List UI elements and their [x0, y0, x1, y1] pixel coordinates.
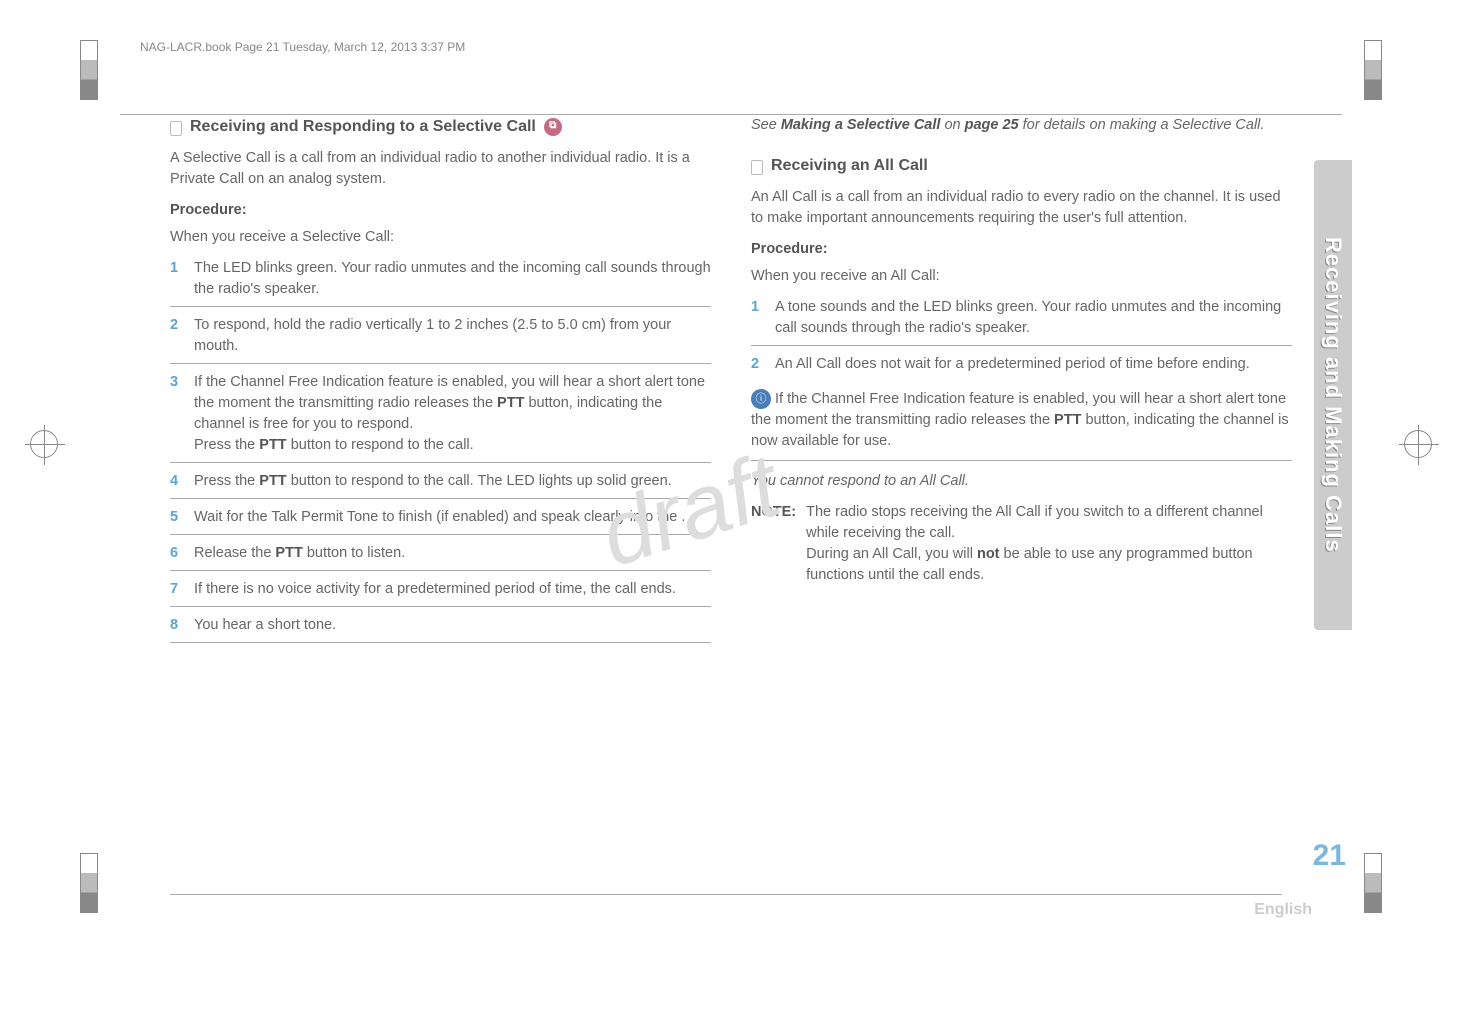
step-text: Press the PTT button to respond to the c… — [194, 471, 711, 492]
ref-text: for details on making a Selective Call. — [1019, 117, 1265, 133]
step: 8 You hear a short tone. — [170, 615, 711, 643]
colorbar-icon — [80, 853, 98, 913]
step: 7 If there is no voice activity for a pr… — [170, 579, 711, 607]
note-text: The radio stops receiving the All Call i… — [806, 502, 1292, 586]
left-column: Receiving and Responding to a Selective … — [170, 115, 711, 651]
colorbar-icon — [80, 40, 98, 100]
note: NOTE: The radio stops receiving the All … — [751, 502, 1292, 586]
ref-text: See — [751, 117, 781, 133]
step-text: You hear a short tone. — [194, 615, 711, 636]
step-number: 8 — [170, 615, 184, 636]
step-number: 3 — [170, 372, 184, 456]
ref-page: page 25 — [965, 117, 1019, 133]
step-number: 2 — [170, 315, 184, 357]
footer-rule — [170, 894, 1282, 895]
colorbar-icon — [1364, 40, 1382, 100]
procedure-label: Procedure: — [751, 239, 1292, 260]
step-text: An All Call does not wait for a predeter… — [775, 354, 1292, 375]
procedure-label: Procedure: — [170, 200, 711, 221]
step-text: Release the PTT button to listen. — [194, 543, 711, 564]
procedure-intro: When you receive a Selective Call: — [170, 227, 711, 248]
document-icon — [170, 121, 182, 136]
step-text: A tone sounds and the LED blinks green. … — [775, 297, 1292, 339]
see-reference: See Making a Selective Call on page 25 f… — [751, 115, 1292, 136]
side-tab: Receiving and Making Calls — [1314, 160, 1352, 630]
step-number: 4 — [170, 471, 184, 492]
info-icon: ⓘ — [751, 389, 771, 409]
step: 2 To respond, hold the radio vertically … — [170, 315, 711, 364]
registration-mark-left — [30, 430, 58, 458]
step: 1 The LED blinks green. Your radio unmut… — [170, 258, 711, 307]
cannot-respond: You cannot respond to an All Call. — [751, 471, 1292, 492]
step-text: Wait for the Talk Permit Tone to finish … — [194, 507, 711, 528]
step: 6 Release the PTT button to listen. — [170, 543, 711, 571]
section-title-selective-call: Receiving and Responding to a Selective … — [170, 115, 711, 138]
right-column: See Making a Selective Call on page 25 f… — [751, 115, 1292, 651]
step-number: 7 — [170, 579, 184, 600]
ref-link: Making a Selective Call — [781, 117, 941, 133]
step-text: If there is no voice activity for a pred… — [194, 579, 711, 600]
step: 2 An All Call does not wait for a predet… — [751, 354, 1292, 381]
registration-mark-right — [1404, 430, 1432, 458]
language-label: English — [1254, 901, 1312, 919]
info-para: ⓘ If the Channel Free Indication feature… — [751, 389, 1292, 461]
section-title-all-call: Receiving an All Call — [751, 154, 1292, 177]
step-number: 2 — [751, 354, 765, 375]
step-number: 5 — [170, 507, 184, 528]
badge-icon: ⧉ — [544, 118, 562, 136]
step: 5 Wait for the Talk Permit Tone to finis… — [170, 507, 711, 535]
step: 1 A tone sounds and the LED blinks green… — [751, 297, 1292, 346]
procedure-intro: When you receive an All Call: — [751, 266, 1292, 287]
side-tab-label: Receiving and Making Calls — [1320, 237, 1346, 553]
step-number: 1 — [170, 258, 184, 300]
page-header: NAG-LACR.book Page 21 Tuesday, March 12,… — [140, 40, 1342, 54]
step-text: To respond, hold the radio vertically 1 … — [194, 315, 711, 357]
ref-text: on — [940, 117, 964, 133]
note-label: NOTE: — [751, 502, 796, 586]
intro-para: An All Call is a call from an individual… — [751, 187, 1292, 229]
step-number: 1 — [751, 297, 765, 339]
step: 3 If the Channel Free Indication feature… — [170, 372, 711, 463]
title-text: Receiving and Responding to a Selective … — [190, 115, 536, 138]
page-number: 21 — [1313, 839, 1346, 873]
step-number: 6 — [170, 543, 184, 564]
step-text: The LED blinks green. Your radio unmutes… — [194, 258, 711, 300]
colorbar-icon — [1364, 853, 1382, 913]
intro-para: A Selective Call is a call from an indiv… — [170, 148, 711, 190]
document-icon — [751, 160, 763, 175]
step-text: If the Channel Free Indication feature i… — [194, 372, 711, 456]
title-text: Receiving an All Call — [771, 154, 928, 177]
step: 4 Press the PTT button to respond to the… — [170, 471, 711, 499]
